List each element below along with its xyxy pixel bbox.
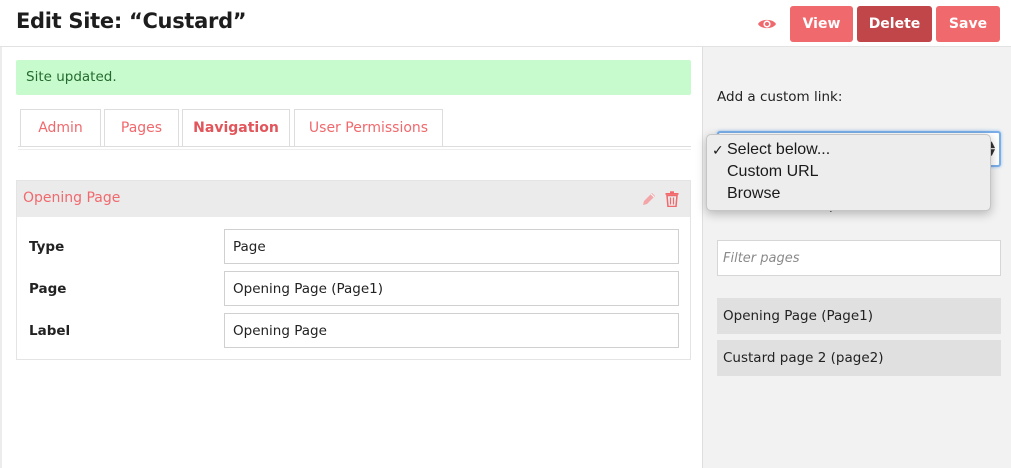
checkmark-icon: ✓	[712, 142, 724, 158]
page-title: Edit Site: “Custard”	[16, 9, 247, 33]
custom-link-label: Add a custom link:	[717, 89, 843, 105]
trash-icon[interactable]	[665, 191, 679, 207]
nav-item-title: Opening Page	[23, 190, 121, 206]
nav-item-header: Opening Page	[17, 181, 690, 217]
main-content: Site updated. Admin Pages Navigation Use…	[0, 47, 702, 468]
header-bar: Edit Site: “Custard” View Delete Save	[0, 0, 1011, 47]
option-label: Custom URL	[727, 163, 819, 180]
nav-item-panel: Opening Page Type Page Label	[16, 180, 691, 360]
tab-divider-secondary	[18, 149, 691, 150]
sidebar: Add a custom link: ▲▼ pa Opening Page (P…	[702, 47, 1011, 468]
label-label: Label	[29, 323, 71, 339]
select-dropdown-menu: ✓ Select below... Custom URL Browse	[706, 134, 991, 211]
page-list-item[interactable]: Custard page 2 (page2)	[717, 340, 1001, 376]
eye-icon[interactable]	[757, 15, 777, 33]
select-option-select-below[interactable]: ✓ Select below...	[707, 139, 990, 161]
page-list-item[interactable]: Opening Page (Page1)	[717, 298, 1001, 334]
page-label: Page	[29, 281, 67, 297]
tab-user-permissions[interactable]: User Permissions	[294, 109, 443, 147]
select-option-custom-url[interactable]: Custom URL	[707, 161, 990, 183]
label-field[interactable]	[224, 313, 679, 348]
tab-navigation[interactable]: Navigation	[182, 109, 290, 147]
tab-admin[interactable]: Admin	[20, 109, 101, 147]
delete-button[interactable]: Delete	[857, 6, 932, 42]
tab-divider	[18, 146, 691, 147]
select-option-browse[interactable]: Browse	[707, 183, 990, 205]
type-field[interactable]	[224, 229, 679, 264]
filter-pages-input[interactable]	[717, 240, 1001, 276]
pencil-icon[interactable]	[641, 191, 657, 207]
option-label: Select below...	[727, 141, 831, 158]
type-label: Type	[29, 239, 65, 255]
option-label: Browse	[727, 185, 781, 202]
save-button[interactable]: Save	[936, 6, 1000, 42]
view-button[interactable]: View	[790, 6, 853, 42]
success-alert: Site updated.	[16, 60, 691, 95]
tab-pages[interactable]: Pages	[104, 109, 179, 147]
page-field[interactable]	[224, 271, 679, 306]
